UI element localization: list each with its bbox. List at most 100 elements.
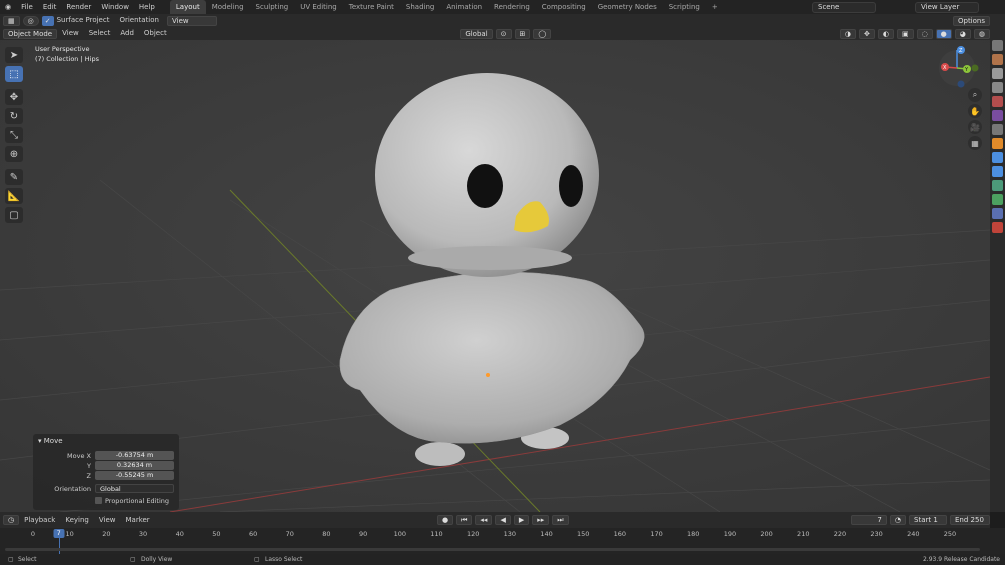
menu-help[interactable]: Help (134, 0, 160, 14)
right-eye[interactable] (559, 165, 583, 207)
tab-sculpting[interactable]: Sculpting (250, 0, 295, 14)
orientation-panel-dropdown[interactable]: Global (95, 484, 174, 493)
tab-animation[interactable]: Animation (440, 0, 488, 14)
shading-material-icon[interactable]: ◕ (954, 28, 971, 39)
timeline[interactable]: 0 10 20 30 40 50 60 70 80 90 100 110 120 130 140 150 160… (0, 528, 1005, 554)
version-label: 2.93.9 Release Candidate (922, 556, 1000, 563)
end-frame-field[interactable]: End 250 (950, 515, 990, 525)
gizmo-toggle-icon[interactable]: ✥ (858, 28, 875, 39)
move-panel-title[interactable]: ▾ Move (38, 437, 63, 445)
timeline-editor-type-icon[interactable]: ◷ (3, 515, 20, 525)
options-dropdown[interactable]: Options (952, 15, 990, 26)
menu-select[interactable]: Select (84, 27, 116, 40)
visibility-icon[interactable]: ◑ (839, 28, 856, 39)
timeline-tick-120: 120 (466, 530, 480, 538)
play-icon[interactable]: ▶ (513, 515, 530, 525)
scene-selector[interactable]: Scene (812, 1, 876, 13)
collection-props-icon[interactable] (992, 124, 1003, 135)
mode-selector[interactable]: Object Mode (3, 28, 58, 39)
surface-project-checkbox[interactable]: ✓ (41, 15, 54, 26)
transform-orientation-dropdown[interactable]: Global (460, 28, 493, 39)
move-z-field[interactable]: -0.55245 m (95, 471, 174, 480)
orientation-dropdown[interactable]: View (166, 15, 217, 26)
menu-timeline-view[interactable]: View (94, 514, 121, 527)
add-workspace-icon[interactable]: + (706, 0, 724, 14)
physics-props-icon[interactable] (992, 180, 1003, 191)
menu-view[interactable]: View (57, 27, 84, 40)
move-x-field[interactable]: -0.63754 m (95, 451, 174, 460)
zoom-icon[interactable]: ⌕ (968, 88, 982, 102)
shading-rendered-icon[interactable]: ◍ (973, 28, 990, 39)
scale-tool-icon[interactable]: ⤡ (5, 127, 23, 143)
rotate-tool-icon[interactable]: ↻ (5, 108, 23, 124)
record-icon[interactable]: ● (437, 515, 454, 525)
tab-texture-paint[interactable]: Texture Paint (343, 0, 400, 14)
menu-render[interactable]: Render (61, 0, 96, 14)
tab-compositing[interactable]: Compositing (536, 0, 592, 14)
scene-props-icon[interactable] (992, 96, 1003, 107)
tab-uv-editing[interactable]: UV Editing (294, 0, 343, 14)
add-cube-tool-icon[interactable]: ▢ (5, 207, 23, 223)
menu-keying[interactable]: Keying (60, 514, 94, 527)
select-tool-icon[interactable]: ➤ (5, 47, 23, 63)
move-y-field[interactable]: 0.32634 m (95, 461, 174, 470)
view-layer-props-icon[interactable] (992, 82, 1003, 93)
shading-solid-icon[interactable]: ● (935, 28, 952, 39)
object-props-icon[interactable] (992, 138, 1003, 149)
menu-marker[interactable]: Marker (120, 514, 154, 527)
timeline-tick-190: 190 (723, 530, 737, 538)
overlay-toggle-icon[interactable]: ◐ (877, 28, 894, 39)
move-tool-icon[interactable]: ✥ (5, 89, 23, 105)
current-frame-field[interactable]: 7 (850, 515, 887, 525)
clock-icon[interactable]: ◔ (889, 515, 906, 525)
blender-logo-icon[interactable]: ◉ (0, 0, 16, 14)
tab-layout[interactable]: Layout (169, 0, 206, 14)
xray-icon[interactable]: ▣ (896, 28, 914, 39)
menu-playback[interactable]: Playback (19, 514, 60, 527)
menu-file[interactable]: File (16, 0, 38, 14)
render-props-icon[interactable] (992, 54, 1003, 65)
camera-view-icon[interactable]: 🎥 (968, 120, 982, 134)
output-props-icon[interactable] (992, 68, 1003, 79)
proportional-icon[interactable]: ◯ (533, 28, 552, 39)
measure-tool-icon[interactable]: 📐 (5, 188, 23, 204)
material-props-icon[interactable] (992, 222, 1003, 233)
prev-keyframe-icon[interactable]: ◂◂ (475, 515, 493, 525)
tab-geometry-nodes[interactable]: Geometry Nodes (592, 0, 663, 14)
proportional-checkbox[interactable] (95, 497, 102, 504)
brush-icon[interactable]: ◎ (22, 15, 39, 26)
world-props-icon[interactable] (992, 110, 1003, 121)
select-box-tool-icon[interactable]: ⬚ (5, 66, 23, 82)
tool-props-icon[interactable] (992, 40, 1003, 51)
constraints-props-icon[interactable] (992, 194, 1003, 205)
tab-shading[interactable]: Shading (400, 0, 440, 14)
editor-type-icon[interactable]: ▦ (3, 15, 20, 26)
shading-wireframe-icon[interactable]: ◌ (916, 28, 933, 39)
tab-scripting[interactable]: Scripting (663, 0, 706, 14)
tab-modeling[interactable]: Modeling (206, 0, 250, 14)
tab-rendering[interactable]: Rendering (488, 0, 536, 14)
pan-hand-icon[interactable]: ✋ (968, 104, 982, 118)
transform-tool-icon[interactable]: ⊕ (5, 146, 23, 162)
menu-add[interactable]: Add (115, 27, 139, 40)
particles-props-icon[interactable] (992, 166, 1003, 177)
next-keyframe-icon[interactable]: ▸▸ (532, 515, 550, 525)
annotate-tool-icon[interactable]: ✎ (5, 169, 23, 185)
left-eye[interactable] (467, 164, 503, 208)
menu-edit[interactable]: Edit (38, 0, 62, 14)
jump-end-icon[interactable]: ⏭ (552, 515, 569, 525)
data-props-icon[interactable] (992, 208, 1003, 219)
playhead-marker[interactable]: 7 (53, 529, 65, 538)
view-layer-selector[interactable]: View Layer (915, 1, 979, 13)
left-foot[interactable] (415, 442, 465, 466)
grid-view-icon[interactable]: ▦ (968, 136, 982, 150)
jump-start-icon[interactable]: ⏮ (456, 515, 473, 525)
start-frame-field[interactable]: Start 1 (909, 515, 947, 525)
play-reverse-icon[interactable]: ◀ (495, 515, 511, 525)
modifier-props-icon[interactable] (992, 152, 1003, 163)
menu-window[interactable]: Window (96, 0, 134, 14)
pivot-icon[interactable]: ⊙ (495, 28, 512, 39)
menu-object[interactable]: Object (139, 27, 172, 40)
timeline-scrollbar[interactable] (5, 548, 980, 551)
snap-icon[interactable]: ⊞ (514, 28, 531, 39)
